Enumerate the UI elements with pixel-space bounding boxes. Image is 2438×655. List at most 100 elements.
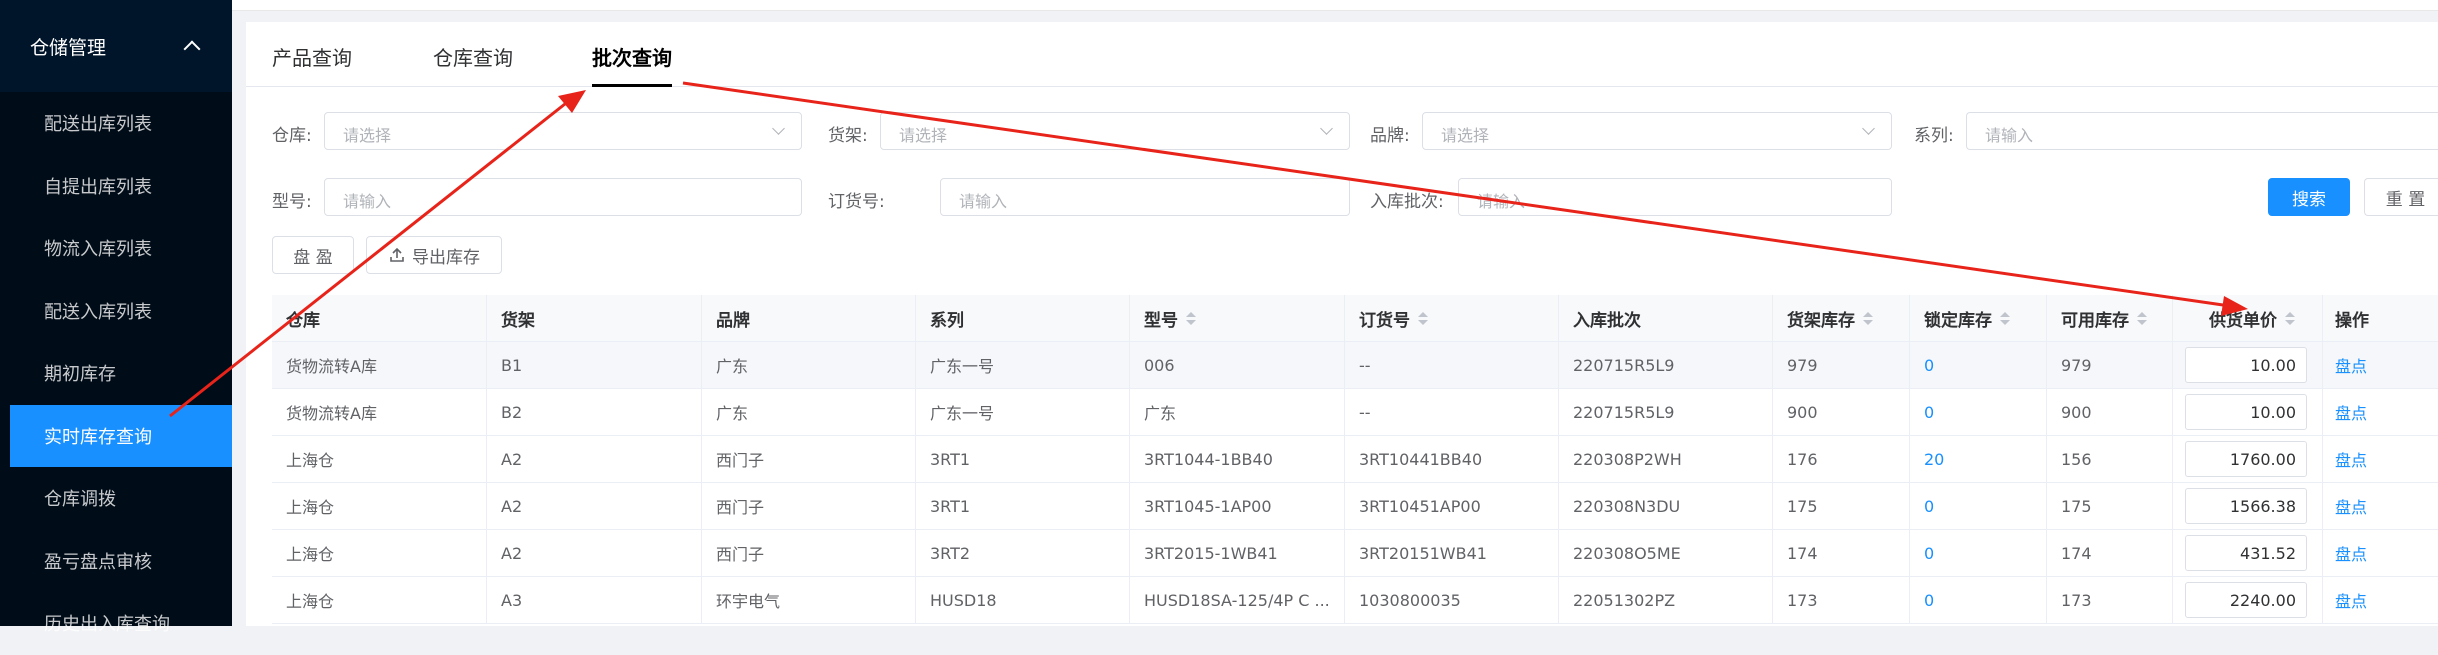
sidebar-item-label: 配送出库列表 xyxy=(44,114,152,136)
cell-order-no: -- xyxy=(1345,389,1559,435)
col-model[interactable]: 型号 xyxy=(1130,295,1345,341)
tab-warehouse-query[interactable]: 仓库查询 xyxy=(433,42,513,71)
reset-button[interactable]: 重 置 xyxy=(2364,178,2438,216)
model-input[interactable]: 请输入 xyxy=(324,178,802,216)
warehouse-select[interactable]: 请选择 xyxy=(324,112,802,150)
cell-locked-stock: 0 xyxy=(1910,389,2047,435)
header-label: 品牌 xyxy=(716,310,750,331)
locked-stock-link[interactable]: 0 xyxy=(1924,497,1934,516)
sort-caret-icon[interactable] xyxy=(1863,311,1873,325)
shelf-select[interactable]: 请选择 xyxy=(880,112,1350,150)
cell-locked-stock: 0 xyxy=(1910,483,2047,529)
supply-price-input[interactable]: 431.52 xyxy=(2185,535,2307,571)
sidebar-item-transfer[interactable]: 仓库调拨 xyxy=(0,467,232,530)
supply-price-input[interactable]: 10.00 xyxy=(2185,394,2307,430)
chevron-up-icon[interactable] xyxy=(183,40,201,58)
sidebar-item-opening-stock[interactable]: 期初库存 xyxy=(0,342,232,405)
stocktake-link[interactable]: 盘点 xyxy=(2335,541,2367,565)
cell-series: 3RT1 xyxy=(916,483,1130,529)
cell-batch: 220715R5L9 xyxy=(1559,389,1773,435)
cell-actions: 盘点 xyxy=(2323,483,2438,529)
cell-text: 900 xyxy=(2061,402,2092,422)
header-label: 货架 xyxy=(501,310,535,331)
cell-text: B2 xyxy=(501,402,523,422)
sidebar-item-pickup-out[interactable]: 自提出库列表 xyxy=(0,155,232,218)
cell-text: 广东一号 xyxy=(930,357,995,376)
sidebar-item-realtime-stock[interactable]: 实时库存查询 xyxy=(10,404,232,467)
cell-text: 22051302PZ xyxy=(1573,590,1676,610)
cell-series: HUSD18 xyxy=(916,577,1130,623)
header-label: 货架库存 xyxy=(1787,310,1855,331)
cell-text: 220308O5ME xyxy=(1573,543,1681,563)
col-shelf-stock[interactable]: 货架库存 xyxy=(1773,295,1910,341)
sidebar-item-label: 配送入库列表 xyxy=(44,301,152,323)
tab-product-query[interactable]: 产品查询 xyxy=(272,42,352,71)
sort-caret-icon[interactable] xyxy=(2000,311,2010,325)
sidebar-group-warehouse[interactable]: 仓储管理 xyxy=(0,0,232,92)
tab-batch-query[interactable]: 批次查询 xyxy=(592,42,672,87)
supply-price-input[interactable]: 2240.00 xyxy=(2185,582,2307,618)
chevron-down-icon xyxy=(1862,122,1875,135)
locked-stock-link[interactable]: 0 xyxy=(1924,403,1934,422)
supply-price-input[interactable]: 1566.38 xyxy=(2185,488,2307,524)
stocktake-link[interactable]: 盘点 xyxy=(2335,400,2367,424)
sidebar-item-stocktake-review[interactable]: 盈亏盘点审核 xyxy=(0,530,232,593)
cell-warehouse: 货物流转A库 xyxy=(272,342,487,388)
sort-caret-icon[interactable] xyxy=(2285,311,2295,325)
locked-stock-link[interactable]: 0 xyxy=(1924,591,1934,610)
header-label: 可用库存 xyxy=(2061,310,2129,331)
cell-order-no: 3RT20151WB41 xyxy=(1345,530,1559,576)
sidebar-item-delivery-in[interactable]: 配送入库列表 xyxy=(0,280,232,343)
col-order-no[interactable]: 订货号 xyxy=(1345,295,1559,341)
stocktake-link[interactable]: 盘点 xyxy=(2335,588,2367,612)
cell-warehouse: 上海仓 xyxy=(272,483,487,529)
series-input[interactable]: 请输入 xyxy=(1966,112,2438,150)
table-body: 货物流转A库 B1 广东 广东一号 006 -- 220715R5L9 979 0 979 10.0… xyxy=(272,342,2438,624)
cell-text: 货物流转A库 xyxy=(286,357,377,376)
cell-shelf-stock: 174 xyxy=(1773,530,1910,576)
batch-input[interactable]: 请输入 xyxy=(1458,178,1892,216)
supply-price-input[interactable]: 10.00 xyxy=(2185,347,2307,383)
cell-text: 上海仓 xyxy=(286,545,335,564)
sort-caret-icon[interactable] xyxy=(1186,311,1196,325)
search-button[interactable]: 搜索 xyxy=(2268,178,2350,216)
locked-stock-link[interactable]: 0 xyxy=(1924,544,1934,563)
order-no-input[interactable]: 请输入 xyxy=(940,178,1350,216)
sidebar-group-label: 仓储管理 xyxy=(30,36,107,59)
stocktake-link[interactable]: 盘点 xyxy=(2335,353,2367,377)
batch-placeholder: 请输入 xyxy=(1477,192,1526,211)
cell-shelf: A3 xyxy=(487,577,702,623)
cell-text: 环宇电气 xyxy=(716,592,781,611)
locked-stock-link[interactable]: 0 xyxy=(1924,356,1934,375)
header-label: 锁定库存 xyxy=(1924,310,1992,331)
sort-caret-icon[interactable] xyxy=(2137,311,2147,325)
supply-price-input[interactable]: 1760.00 xyxy=(2185,441,2307,477)
cell-text: A2 xyxy=(501,496,523,516)
locked-stock-link[interactable]: 20 xyxy=(1924,450,1944,469)
cell-brand: 西门子 xyxy=(702,483,916,529)
col-available-stock[interactable]: 可用库存 xyxy=(2047,295,2173,341)
cell-text: 174 xyxy=(1787,543,1818,563)
stocktake-link[interactable]: 盘点 xyxy=(2335,447,2367,471)
cell-text: 220715R5L9 xyxy=(1573,355,1675,375)
cell-text: 173 xyxy=(1787,590,1818,610)
sidebar-item-history[interactable]: 历史出入库查询 xyxy=(0,592,232,655)
profit-check-button[interactable]: 盘 盈 xyxy=(272,236,354,274)
table-row: 上海仓 A2 西门子 3RT2 3RT2015-1WB41 3RT20151WB41 220… xyxy=(272,530,2438,577)
cell-locked-stock: 0 xyxy=(1910,530,2047,576)
header-label: 入库批次 xyxy=(1573,310,1641,331)
export-stock-button[interactable]: 导出库存 xyxy=(366,236,502,274)
col-supply-price[interactable]: 供货单价 xyxy=(2173,295,2323,341)
sidebar-item-logistics-in[interactable]: 物流入库列表 xyxy=(0,217,232,280)
cell-text: 173 xyxy=(2061,590,2092,610)
sort-caret-icon[interactable] xyxy=(1418,311,1428,325)
sidebar-item-delivery-out[interactable]: 配送出库列表 xyxy=(0,92,232,155)
cell-shelf-stock: 979 xyxy=(1773,342,1910,388)
brand-select[interactable]: 请选择 xyxy=(1422,112,1892,150)
col-locked-stock[interactable]: 锁定库存 xyxy=(1910,295,2047,341)
cell-text: 3RT1 xyxy=(930,449,971,469)
sidebar-item-label: 物流入库列表 xyxy=(44,239,152,261)
brand-label: 品牌: xyxy=(1370,126,1410,146)
stocktake-link[interactable]: 盘点 xyxy=(2335,494,2367,518)
cell-text: 3RT1 xyxy=(930,496,971,516)
